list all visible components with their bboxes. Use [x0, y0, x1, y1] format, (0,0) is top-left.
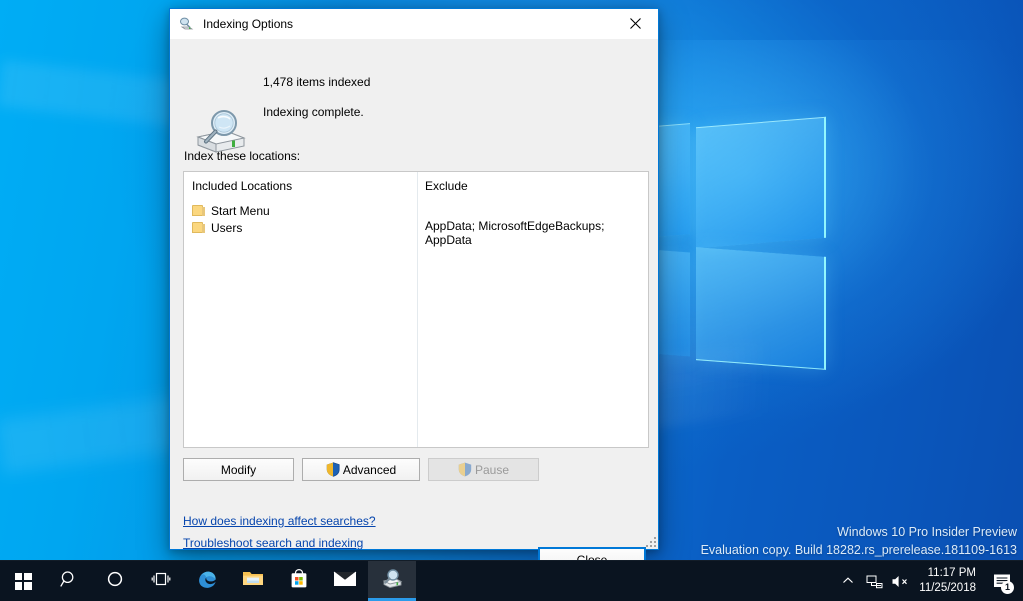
folder-icon — [192, 222, 205, 233]
indexing-options-icon — [179, 16, 195, 32]
indexed-locations-list[interactable]: Included Locations Exclude Start Menu Us… — [183, 171, 649, 448]
index-locations-label: Index these locations: — [184, 149, 301, 163]
watermark-line-2: Evaluation copy. Build 18282.rs_prerelea… — [700, 543, 1017, 557]
link-how-does-indexing-affect-searches[interactable]: How does indexing affect searches? — [183, 514, 376, 528]
indexing-options-taskbar-button[interactable] — [368, 561, 416, 601]
file-explorer-button[interactable] — [230, 561, 276, 601]
dialog-button-row: Modify Advanced Pause — [183, 458, 539, 481]
edge-icon — [196, 568, 218, 595]
items-indexed-text: 1,478 items indexed — [263, 75, 371, 89]
hero-pane-top-right — [696, 116, 826, 249]
indexing-state-text: Indexing complete. — [263, 105, 364, 119]
dialog-titlebar[interactable]: Indexing Options — [170, 9, 658, 39]
indexing-options-icon — [380, 568, 404, 595]
close-icon[interactable] — [613, 9, 658, 38]
advanced-button[interactable]: Advanced — [302, 458, 420, 481]
start-button[interactable] — [0, 561, 46, 601]
mail-button[interactable] — [322, 561, 368, 601]
show-hidden-icons-chevron-up-icon[interactable] — [835, 575, 861, 587]
uac-shield-icon — [458, 462, 472, 477]
link-troubleshoot-search-and-indexing[interactable]: Troubleshoot search and indexing — [183, 536, 363, 550]
clock-date: 11/25/2018 — [919, 582, 976, 594]
windows-activation-watermark: Windows 10 Pro Insider Preview Evaluatio… — [701, 523, 1017, 559]
list-item[interactable]: Start Menu — [192, 202, 270, 219]
search-icon — [60, 570, 78, 593]
list-item-label: Users — [211, 220, 243, 235]
modify-button-label: Modify — [220, 462, 257, 477]
watermark-line-1: Windows 10 Pro Insider Preview — [837, 525, 1017, 539]
clock-time: 11:17 PM — [927, 567, 976, 579]
volume-muted-icon[interactable] — [887, 574, 913, 589]
pause-button-label: Pause — [474, 462, 510, 477]
modify-button[interactable]: Modify — [183, 458, 294, 481]
taskbar[interactable]: 11:17 PM 11/25/2018 1 — [0, 560, 1023, 601]
microsoft-store-button[interactable] — [276, 561, 322, 601]
list-item[interactable]: Users — [192, 219, 242, 236]
action-center-button[interactable]: 1 — [985, 561, 1019, 601]
envelope-icon — [333, 570, 357, 593]
notification-badge: 1 — [1001, 581, 1014, 594]
cortana-button[interactable] — [92, 561, 138, 601]
desktop[interactable]: Windows 10 Pro Insider Preview Evaluatio… — [0, 0, 1023, 601]
network-icon[interactable] — [861, 574, 887, 589]
column-header-included-locations: Included Locations — [192, 179, 293, 193]
exclude-value: AppData; MicrosoftEdgeBackups; AppData — [425, 219, 605, 247]
folder-icon — [242, 569, 264, 593]
column-divider — [417, 172, 418, 447]
advanced-button-label: Advanced — [342, 462, 397, 477]
taskbar-empty-area[interactable] — [416, 561, 835, 601]
list-item-label: Start Menu — [211, 203, 270, 218]
store-bag-icon — [289, 568, 309, 594]
resize-grip[interactable] — [644, 535, 656, 547]
dialog-body: 1,478 items indexed Indexing complete. I… — [170, 39, 658, 572]
pause-button[interactable]: Pause — [428, 458, 539, 481]
task-view-icon — [151, 570, 171, 593]
task-view-button[interactable] — [138, 561, 184, 601]
uac-shield-icon — [326, 462, 340, 477]
indexing-status-section: 1,478 items indexed Indexing complete. — [170, 55, 658, 153]
indexing-options-dialog[interactable]: Indexing Options 1,478 items indexed Ind… — [169, 8, 659, 572]
folder-icon — [192, 205, 205, 216]
windows-logo-icon — [14, 572, 32, 590]
clock[interactable]: 11:17 PM 11/25/2018 — [913, 566, 985, 596]
search-button[interactable] — [46, 561, 92, 601]
column-header-exclude: Exclude — [425, 179, 468, 193]
dialog-title: Indexing Options — [203, 17, 294, 31]
edge-button[interactable] — [184, 561, 230, 601]
system-tray: 11:17 PM 11/25/2018 1 — [835, 561, 1023, 601]
cortana-circle-icon — [106, 570, 124, 593]
taskbar-buttons — [0, 561, 416, 601]
